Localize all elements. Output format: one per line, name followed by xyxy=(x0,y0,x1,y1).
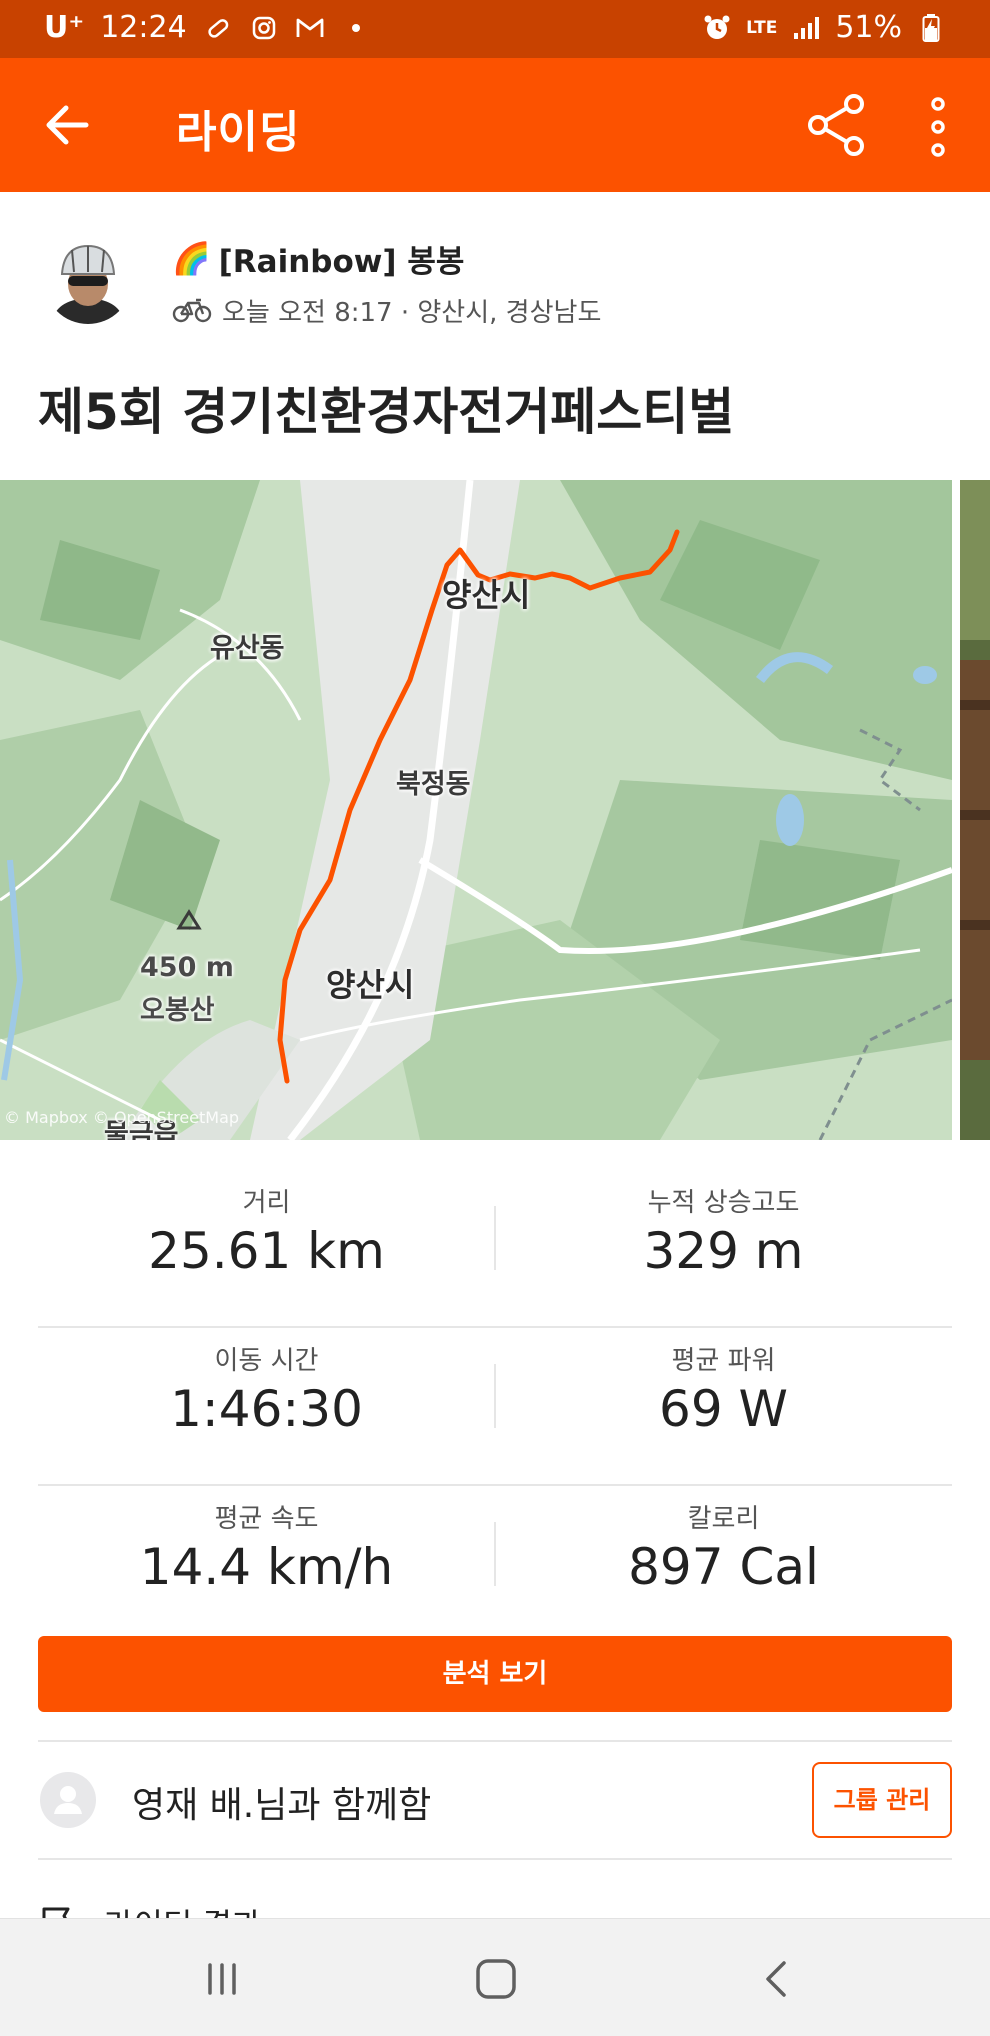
activity-meta: 오늘 오전 8:17 · 양산시, 경상남도 xyxy=(172,292,601,329)
athlete-name: [Rainbow] 봉봉 xyxy=(218,244,465,280)
analyze-button[interactable]: 분석 보기 xyxy=(38,1636,952,1712)
stat-average-power: 평균 파워 69 W xyxy=(495,1328,952,1484)
athlete-name-row[interactable]: 🌈 [Rainbow] 봉봉 xyxy=(172,236,464,281)
battery-charging-icon xyxy=(916,13,946,43)
stat-value: 14.4 km/h xyxy=(139,1538,394,1596)
map-attribution[interactable]: © Mapbox © OpenStreetMap xyxy=(4,1108,239,1127)
arrow-left-icon xyxy=(46,105,89,145)
stat-row: 이동 시간 1:46:30 평균 파워 69 W xyxy=(38,1328,952,1486)
dot-icon xyxy=(341,13,371,43)
status-right: LTE 51% xyxy=(702,10,946,45)
stat-label: 누적 상승고도 xyxy=(647,1188,800,1218)
stat-value: 25.61 km xyxy=(148,1222,385,1280)
stat-value: 329 m xyxy=(643,1222,804,1280)
map-label-peak-height: 450 m xyxy=(140,952,234,983)
stat-average-speed: 평균 속도 14.4 km/h xyxy=(38,1486,495,1642)
person-icon xyxy=(54,1786,82,1814)
divider xyxy=(38,1858,952,1860)
recents-icon xyxy=(208,1963,236,1995)
stat-value: 69 W xyxy=(659,1380,788,1438)
signal-icon xyxy=(791,13,821,43)
map-label-peak-name: 오봉산 xyxy=(140,995,215,1026)
stat-label: 칼로리 xyxy=(687,1504,760,1534)
share-button[interactable] xyxy=(800,88,874,162)
stat-label: 거리 xyxy=(242,1188,291,1218)
athlete-avatar[interactable] xyxy=(44,236,132,324)
back-button[interactable] xyxy=(36,93,100,157)
network-label: LTE xyxy=(746,17,778,38)
group-with-text[interactable]: 영재 배.님과 함께함 xyxy=(132,1776,431,1828)
nav-back-button[interactable] xyxy=(746,1949,806,2009)
group-avatar xyxy=(40,1772,96,1828)
more-vertical-icon xyxy=(931,97,945,157)
status-bar: U⁺ 12:24 LTE 51% xyxy=(0,0,990,58)
carrier-label: U⁺ xyxy=(44,10,85,45)
home-button[interactable] xyxy=(466,1949,526,2009)
stat-label: 평균 파워 xyxy=(671,1346,776,1376)
back-chevron-icon xyxy=(766,1961,786,1997)
rainbow-emoji: 🌈 xyxy=(172,241,211,277)
gmail-icon xyxy=(295,13,325,43)
app-bar: 라이딩 xyxy=(0,58,990,192)
home-icon xyxy=(476,1959,516,1999)
route-map[interactable]: 양산시 유산동 북정동 450 m 오봉산 양산시 물금읍 © Mapbox ©… xyxy=(0,480,952,1140)
stat-moving-time: 이동 시간 1:46:30 xyxy=(38,1328,495,1484)
map-label-bukjeong: 북정동 xyxy=(396,769,471,800)
battery-percent: 51% xyxy=(835,10,902,45)
system-nav-bar xyxy=(0,1918,990,2036)
instagram-icon xyxy=(249,13,279,43)
more-options-button[interactable] xyxy=(912,90,964,164)
activity-title: 제5회 경기친환경자전거페스티벌 xyxy=(38,383,735,441)
alarm-icon xyxy=(702,13,732,43)
stat-value: 897 Cal xyxy=(628,1538,819,1596)
clock: 12:24 xyxy=(100,10,187,45)
divider xyxy=(38,1740,952,1742)
stat-calories: 칼로리 897 Cal xyxy=(495,1486,952,1642)
stat-distance: 거리 25.61 km xyxy=(38,1170,495,1326)
activity-time-location: 오늘 오전 8:17 · 양산시, 경상남도 xyxy=(222,298,602,328)
stat-row: 거리 25.61 km 누적 상승고도 329 m xyxy=(38,1170,952,1328)
bicycle-icon xyxy=(172,298,212,322)
map-label-yangsan-center: 양산시 xyxy=(326,966,415,1004)
photo-peek[interactable] xyxy=(960,480,990,1140)
stat-label: 이동 시간 xyxy=(214,1346,319,1376)
share-icon xyxy=(808,94,864,156)
stat-elevation-gain: 누적 상승고도 329 m xyxy=(495,1170,952,1326)
stat-value: 1:46:30 xyxy=(170,1380,363,1438)
pill-icon xyxy=(203,13,233,43)
group-manage-button[interactable]: 그룹 관리 xyxy=(812,1762,952,1838)
stats-grid: 거리 25.61 km 누적 상승고도 329 m 이동 시간 1:46:30 … xyxy=(38,1170,952,1642)
recents-button[interactable] xyxy=(192,1949,252,2009)
page-title: 라이딩 xyxy=(176,107,301,158)
stat-row: 평균 속도 14.4 km/h 칼로리 897 Cal xyxy=(38,1486,952,1642)
map-label-yusan: 유산동 xyxy=(210,633,285,664)
map-label-yangsan-top: 양산시 xyxy=(442,576,531,614)
stat-label: 평균 속도 xyxy=(214,1504,319,1534)
status-left: U⁺ 12:24 xyxy=(44,10,371,45)
